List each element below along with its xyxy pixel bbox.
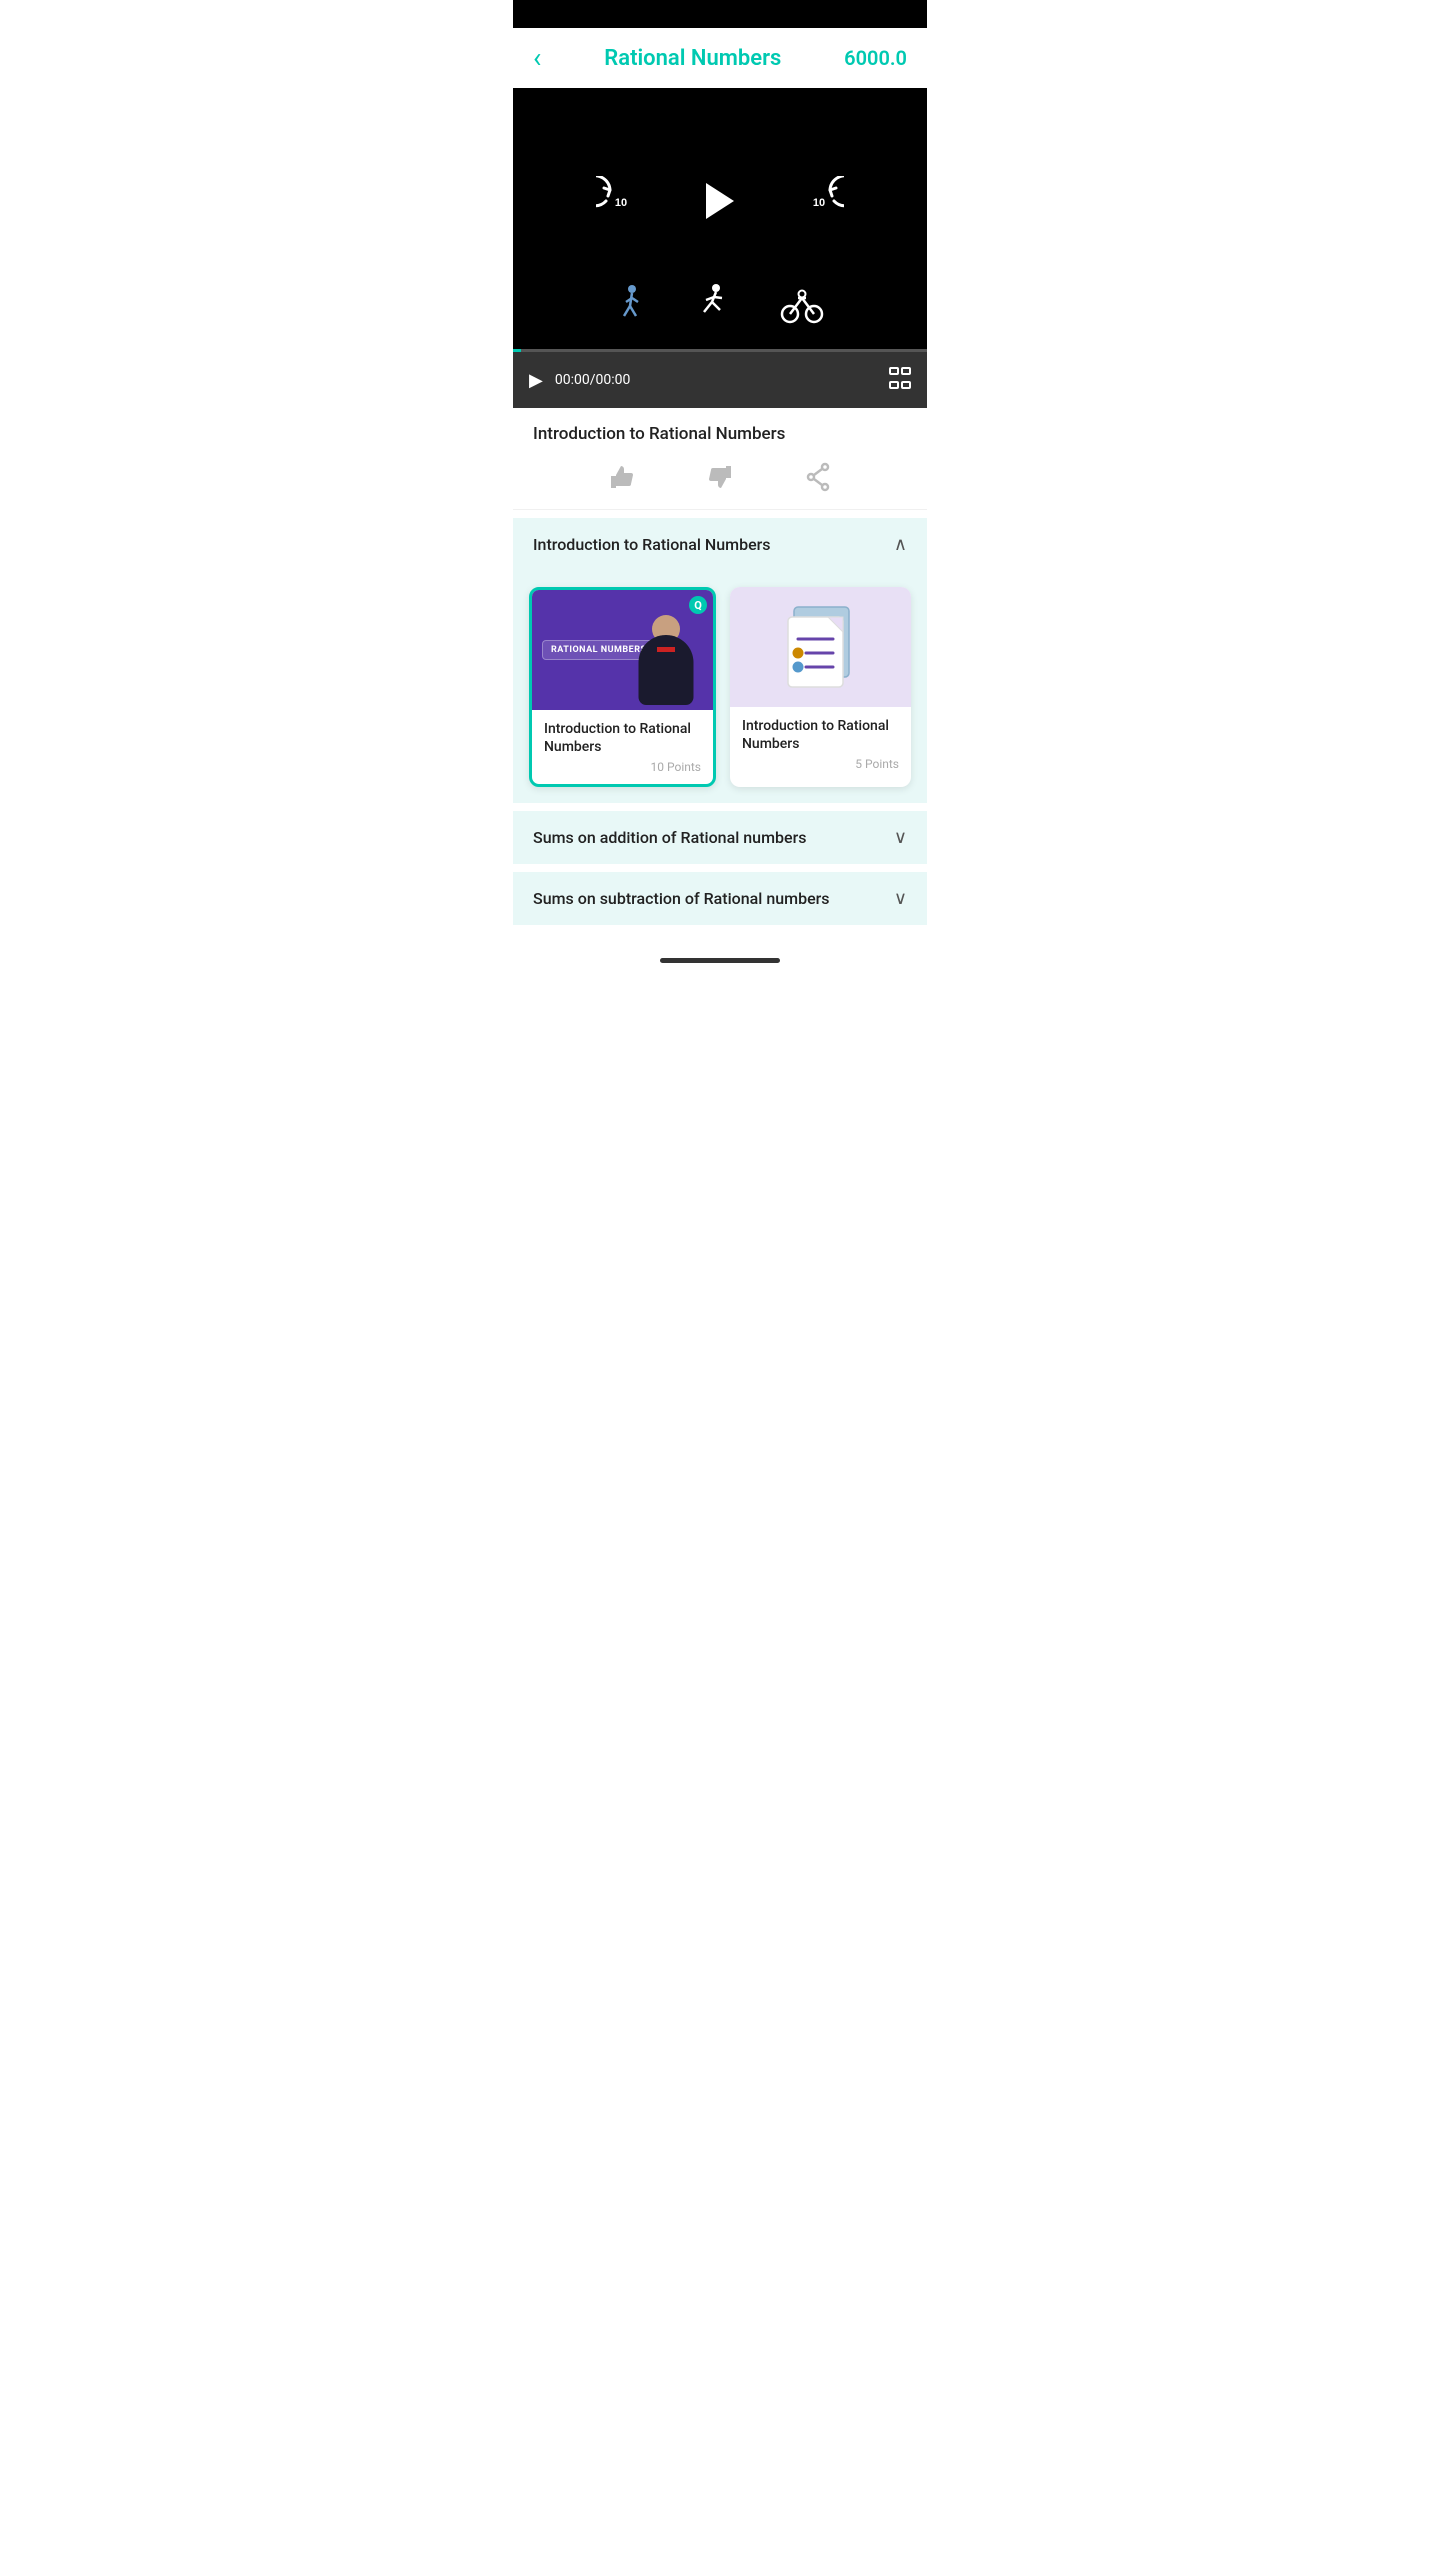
video-bottom-controls: ▶ 00:00/00:00: [513, 352, 927, 408]
speed-controls: [616, 284, 824, 332]
doc-thumbnail: [730, 587, 911, 707]
teacher-body: [638, 635, 693, 705]
q-badge: Q: [689, 596, 707, 614]
section-2-chevron: ∨: [894, 827, 907, 848]
video-card[interactable]: RATIONAL NUMBERS Q Introduction to Ratio…: [529, 587, 716, 787]
doc-icon: [776, 597, 866, 697]
section-1-chevron: ∧: [894, 534, 907, 555]
svg-text:10: 10: [813, 197, 825, 209]
video-card-name: Introduction to Rational Numbers: [544, 720, 701, 756]
header: ‹ Rational Numbers 6000.0: [513, 28, 927, 88]
score-display: 6000.0: [844, 46, 907, 70]
doc-card-info: Introduction to Rational Numbers 5 Point…: [730, 707, 911, 781]
doc-card[interactable]: Introduction to Rational Numbers 5 Point…: [730, 587, 911, 787]
video-thumbnail: RATIONAL NUMBERS Q: [532, 590, 713, 710]
play-button[interactable]: [706, 183, 734, 219]
section-3-title: Sums on subtraction of Rational numbers: [533, 889, 830, 908]
section-3-chevron: ∨: [894, 888, 907, 909]
run-speed-button[interactable]: [698, 284, 730, 332]
bottom-bar: [513, 945, 927, 975]
dislike-button[interactable]: [705, 462, 735, 499]
status-bar: [513, 0, 927, 28]
video-title: Introduction to Rational Numbers: [513, 408, 927, 452]
walk-speed-button[interactable]: [616, 284, 648, 332]
teacher-figure: [633, 615, 698, 710]
page-title: Rational Numbers: [604, 46, 781, 71]
doc-card-name: Introduction to Rational Numbers: [742, 717, 899, 753]
fullscreen-button[interactable]: [889, 367, 911, 394]
video-controls: 10 10: [596, 118, 844, 284]
home-indicator: [660, 958, 780, 963]
video-player: 10 10: [513, 88, 927, 408]
video-progress-bar[interactable]: [513, 349, 927, 352]
section-1-header[interactable]: Introduction to Rational Numbers ∧: [513, 518, 927, 571]
reactions-bar: [513, 452, 927, 510]
forward-button[interactable]: 10: [794, 176, 844, 226]
play-small-button[interactable]: ▶: [529, 370, 543, 391]
section-3-header[interactable]: Sums on subtraction of Rational numbers …: [513, 872, 927, 925]
time-display: 00:00/00:00: [555, 372, 877, 388]
doc-card-points: 5 Points: [742, 757, 899, 771]
section-2-header[interactable]: Sums on addition of Rational numbers ∨: [513, 811, 927, 864]
svg-text:10: 10: [615, 197, 627, 209]
progress-fill: [513, 349, 521, 352]
teacher-shirt: [657, 647, 675, 652]
section-2-title: Sums on addition of Rational numbers: [533, 828, 806, 847]
video-card-info: Introduction to Rational Numbers 10 Poin…: [532, 710, 713, 784]
back-button[interactable]: ‹: [533, 44, 541, 72]
rewind-button[interactable]: 10: [596, 176, 646, 226]
bike-speed-button[interactable]: [780, 284, 824, 332]
section-1-title: Introduction to Rational Numbers: [533, 535, 771, 554]
share-button[interactable]: [803, 462, 833, 499]
section-1-cards: RATIONAL NUMBERS Q Introduction to Ratio…: [513, 571, 927, 803]
like-button[interactable]: [607, 462, 637, 499]
video-card-points: 10 Points: [544, 760, 701, 774]
